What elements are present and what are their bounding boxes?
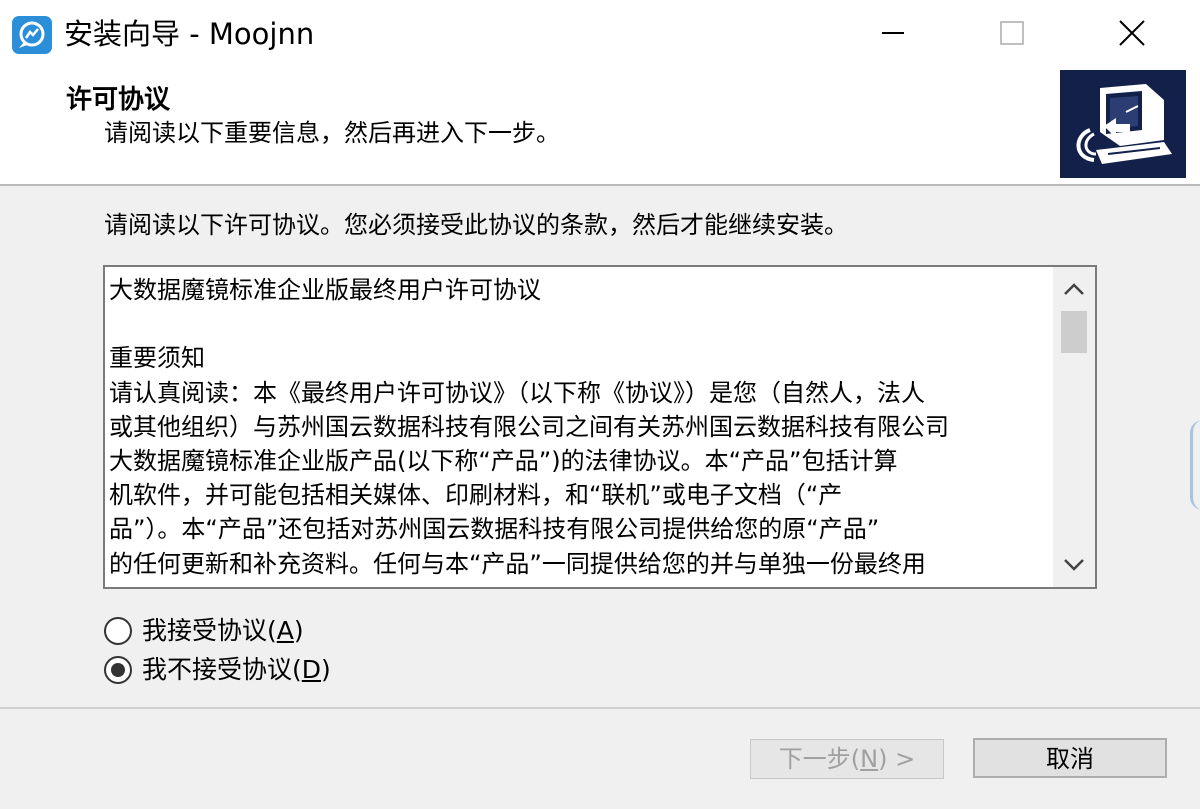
scroll-down-button[interactable] (1053, 547, 1095, 587)
installer-window: 安装向导 - Moojnn 许可协议 请阅读以下重要信息，然后再进入下一步。 请… (0, 0, 1200, 809)
next-accesskey: N (860, 745, 879, 773)
decline-accesskey: D (301, 655, 322, 684)
scroll-up-button[interactable] (1053, 267, 1095, 307)
accept-radio[interactable] (104, 617, 132, 645)
page-title: 许可协议 (66, 85, 171, 115)
chevron-up-icon (1064, 283, 1084, 295)
license-text: 大数据魔镜标准企业版最终用户许可协议 重要须知 请认真阅读：本《最终用户许可协议… (109, 276, 949, 578)
accept-accesskey: A (276, 616, 294, 645)
decline-radio[interactable] (104, 656, 132, 684)
moojnn-app-icon (12, 16, 52, 54)
close-button[interactable] (1102, 0, 1162, 66)
next-button[interactable]: 下一步(N) > (750, 739, 944, 779)
decline-option[interactable]: 我不接受协议(D) (104, 653, 331, 687)
accept-label-suffix: ) (293, 616, 304, 645)
footer-divider (0, 707, 1200, 709)
license-textbox[interactable]: 大数据魔镜标准企业版最终用户许可协议 重要须知 请认真阅读：本《最终用户许可协议… (103, 265, 1097, 589)
page-subtitle: 请阅读以下重要信息，然后再进入下一步。 (104, 119, 560, 147)
license-scrollbar[interactable] (1053, 267, 1095, 587)
license-instruction: 请阅读以下许可协议。您必须接受此协议的条款，然后才能继续安装。 (104, 211, 848, 239)
next-label: 下一步( (778, 745, 861, 773)
cancel-button[interactable]: 取消 (973, 738, 1167, 778)
decline-label-text: 我不接受协议( (142, 655, 302, 684)
maximize-button[interactable] (982, 0, 1042, 66)
decline-label-suffix: ) (321, 655, 331, 684)
minimize-button[interactable] (870, 0, 930, 66)
accept-label[interactable]: 我接受协议(A) (142, 615, 304, 647)
scroll-thumb[interactable] (1061, 311, 1087, 353)
window-title: 安装向导 - Moojnn (64, 17, 315, 51)
maximize-icon (1000, 21, 1024, 45)
title-bar[interactable]: 安装向导 - Moojnn (0, 0, 1200, 66)
decline-label[interactable]: 我不接受协议(D) (142, 654, 331, 686)
minimize-icon (882, 32, 904, 34)
background-window-edge-right (1190, 420, 1200, 510)
installer-computer-logo (1060, 70, 1186, 178)
accept-label-text: 我接受协议( (142, 616, 277, 645)
accept-option[interactable]: 我接受协议(A) (104, 614, 304, 648)
next-label-suffix: ) > (878, 745, 916, 773)
chevron-down-icon (1064, 559, 1084, 571)
close-icon (1119, 20, 1145, 46)
wizard-header: 许可协议 请阅读以下重要信息，然后再进入下一步。 (0, 66, 1200, 186)
